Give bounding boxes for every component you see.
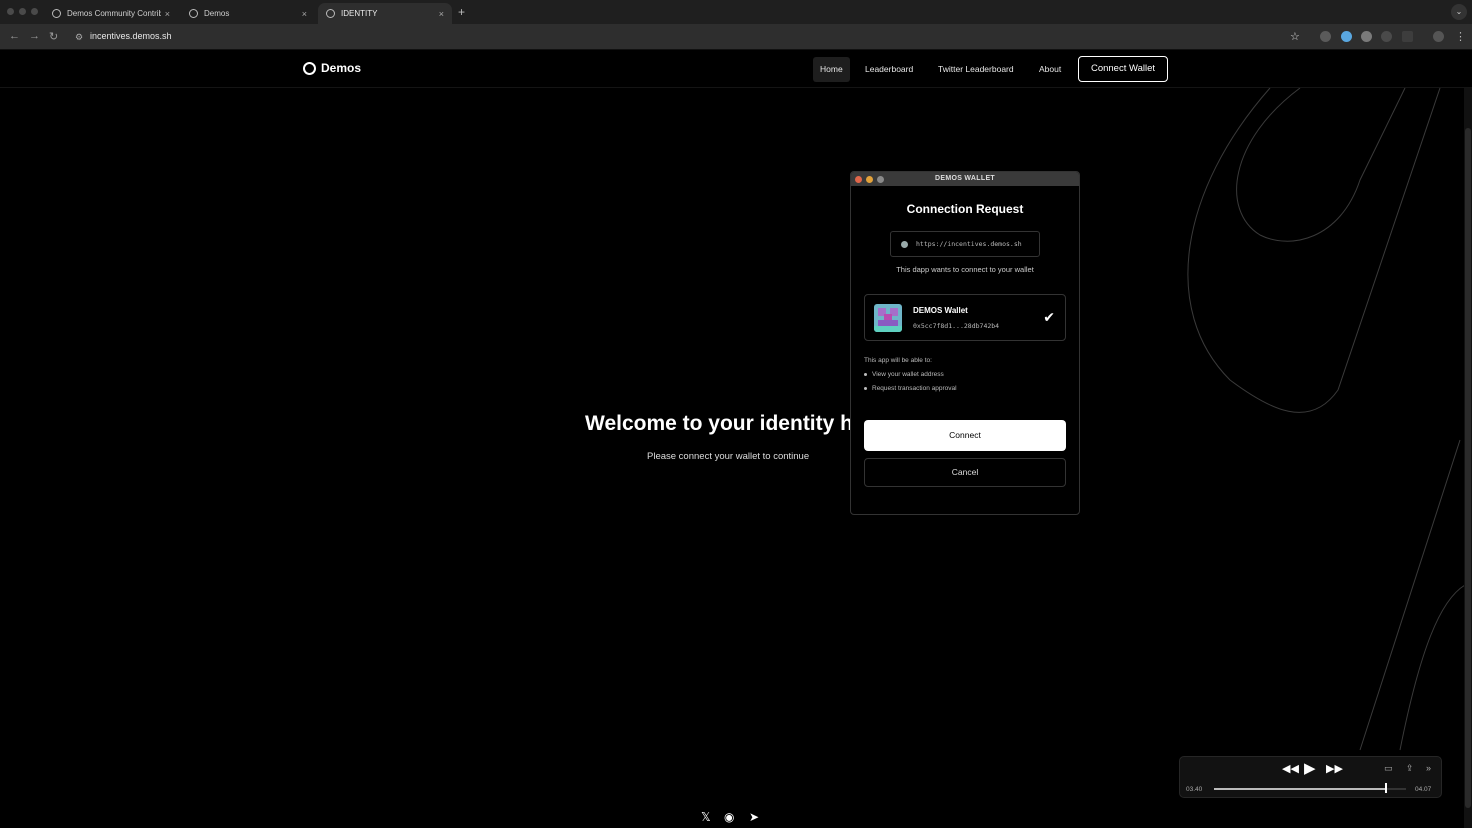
- picture-in-picture-icon[interactable]: ▭: [1384, 763, 1393, 774]
- page-content: Demos Home Leaderboard Twitter Leaderboa…: [0, 50, 1472, 828]
- scrollbar-thumb[interactable]: [1465, 128, 1471, 808]
- demos-favicon-icon: [52, 9, 61, 18]
- site-header: Demos Home Leaderboard Twitter Leaderboa…: [0, 50, 1472, 88]
- hero-title: Welcome to your identity h: [585, 412, 853, 435]
- rewind-icon[interactable]: ◀◀: [1282, 762, 1299, 775]
- reload-icon[interactable]: ↻: [49, 30, 58, 43]
- address-bar: ← → ↻ ⚙ incentives.demos.sh ☆ ⋮: [0, 24, 1472, 50]
- fast-forward-icon[interactable]: ▶▶: [1326, 762, 1343, 775]
- share-icon[interactable]: ⇪: [1406, 763, 1414, 774]
- demos-extension-icon[interactable]: [1381, 31, 1392, 42]
- nav-twitter-leaderboard[interactable]: Twitter Leaderboard: [931, 57, 1021, 82]
- page-scrollbar[interactable]: [1464, 88, 1472, 828]
- demos-favicon-icon: [189, 9, 198, 18]
- media-progress-fill: [1214, 788, 1385, 790]
- wallet-minimize-dot[interactable]: [866, 176, 873, 183]
- window-zoom-dot[interactable]: [31, 8, 38, 15]
- puzzle-extensions-icon[interactable]: [1402, 31, 1413, 42]
- wallet-account-name: DEMOS Wallet: [913, 306, 968, 315]
- browser-tab-bar: Demos Community Contributi × Demos × IDE…: [0, 0, 1472, 24]
- checkmark-icon: ✔: [1043, 309, 1055, 325]
- profile-avatar[interactable]: [1433, 31, 1444, 42]
- site-info-icon[interactable]: ⚙: [75, 32, 83, 43]
- bullet-icon: [864, 387, 867, 390]
- tab-demos[interactable]: Demos ×: [181, 3, 315, 24]
- heart-extension-icon[interactable]: [1341, 31, 1352, 42]
- brand-logo-link[interactable]: Demos: [303, 61, 361, 75]
- permission-item: Request transaction approval: [864, 385, 1066, 392]
- bookmark-star-icon[interactable]: ☆: [1290, 30, 1300, 43]
- discord-icon[interactable]: ◉: [724, 810, 734, 824]
- demos-favicon-icon: [326, 9, 335, 18]
- connect-wallet-button[interactable]: Connect Wallet: [1078, 56, 1168, 82]
- site-status-icon: [901, 240, 908, 248]
- tab-demos-community[interactable]: Demos Community Contributi ×: [44, 3, 178, 24]
- media-progress-track[interactable]: [1214, 788, 1406, 790]
- kebab-menu-icon[interactable]: ⋮: [1455, 30, 1466, 43]
- close-icon[interactable]: ×: [165, 9, 170, 19]
- tab-search-chevron-icon[interactable]: ⌄: [1451, 4, 1467, 20]
- dapp-origin: https://incentives.demos.sh: [890, 231, 1040, 257]
- extension-icon[interactable]: [1320, 31, 1331, 42]
- wallet-close-dot[interactable]: [855, 176, 862, 183]
- nav-home[interactable]: Home: [813, 57, 850, 82]
- bird-extension-icon[interactable]: [1361, 31, 1372, 42]
- demos-logo-icon: [303, 61, 316, 75]
- media-total-time: 04.07: [1415, 786, 1432, 793]
- new-tab-button[interactable]: +: [458, 5, 465, 19]
- wallet-account-address: 0x5cc7f8d1...28db742b4: [913, 322, 1000, 330]
- bullet-icon: [864, 373, 867, 376]
- media-controls-widget: ◀◀ ▶ ▶▶ ▭ ⇪ » 03.40 04.07: [1179, 756, 1442, 798]
- forward-arrow-icon[interactable]: →: [29, 30, 40, 42]
- background-lines: [1187, 87, 1466, 751]
- wallet-popup: DEMOS WALLET Connection Request https://…: [850, 171, 1080, 515]
- connection-request-title: Connection Request: [906, 202, 1024, 216]
- connection-description: This dapp wants to connect to your walle…: [896, 265, 1034, 274]
- close-icon[interactable]: ×: [439, 9, 444, 19]
- window-minimize-dot[interactable]: [19, 8, 26, 15]
- url-field[interactable]: incentives.demos.sh: [90, 31, 172, 41]
- wallet-avatar: [874, 304, 902, 332]
- wallet-connect-button[interactable]: Connect: [864, 420, 1066, 451]
- telegram-icon[interactable]: ➤: [749, 810, 759, 824]
- window-close-dot[interactable]: [7, 8, 14, 15]
- wallet-account-card[interactable]: DEMOS Wallet 0x5cc7f8d1...28db742b4 ✔: [864, 294, 1066, 341]
- wallet-titlebar: DEMOS WALLET: [851, 172, 1079, 186]
- permissions-title: This app will be able to:: [864, 357, 932, 364]
- close-icon[interactable]: ×: [302, 9, 307, 19]
- hero-subtitle: Please connect your wallet to continue: [647, 451, 810, 462]
- media-current-time: 03.40: [1186, 786, 1203, 793]
- tab-identity[interactable]: IDENTITY ×: [318, 3, 452, 24]
- play-icon[interactable]: ▶: [1304, 759, 1316, 777]
- nav-about[interactable]: About: [1032, 57, 1068, 82]
- nav-leaderboard[interactable]: Leaderboard: [858, 57, 920, 82]
- permission-item: View your wallet address: [864, 371, 1066, 378]
- wallet-zoom-dot[interactable]: [877, 176, 884, 183]
- wallet-cancel-button[interactable]: Cancel: [864, 458, 1066, 487]
- media-scrubber-handle[interactable]: [1384, 783, 1387, 793]
- expand-icon[interactable]: »: [1426, 763, 1431, 773]
- x-twitter-icon[interactable]: 𝕏: [701, 810, 711, 824]
- back-arrow-icon[interactable]: ←: [9, 30, 20, 42]
